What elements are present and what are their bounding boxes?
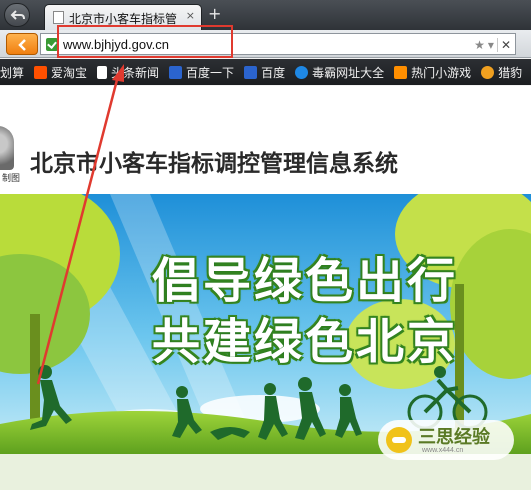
taobao-icon [34,65,48,79]
back-button[interactable] [4,3,30,27]
back-dropdown-button[interactable] [6,33,38,55]
bookmark-label: 百度 [261,65,286,80]
game-icon [394,65,408,79]
watermark: 三思经验 www.x444.cn [378,420,514,460]
bookmark-label: 百度一下 [186,65,235,80]
bookmark-label: 毒霸网址大全 [312,65,385,80]
site-emblem-icon [0,126,14,170]
chevron-left-icon [18,39,26,51]
bookmark-item[interactable]: 热门小游戏 [394,64,471,81]
duba-icon [295,65,309,79]
bookmark-item[interactable]: 毒霸网址大全 [295,64,384,81]
tab-close-icon[interactable]: × [186,9,195,22]
bookmark-label: 热门小游戏 [411,65,472,80]
new-tab-button[interactable]: + [208,4,221,23]
green-travel-banner: 倡导绿色出行 共建绿色北京 [0,194,531,454]
bookmark-item[interactable]: 百度一下 [169,64,234,81]
page-title: 北京市小客车指标调控管理信息系统 [30,151,398,177]
bookmark-item[interactable]: 爱淘宝 [34,64,87,81]
url-actions: ★ ▾ ✕ [474,36,511,53]
star-icon[interactable]: ★ [474,38,485,52]
bookmark-label: 爱淘宝 [51,65,88,80]
watermark-url: www.x444.cn [422,447,464,454]
banner-slogan-line1: 倡导绿色出行 [152,253,459,309]
baidu-paw-icon [244,65,258,79]
bookmark-label: 划算 [0,65,25,80]
bookmark-item[interactable]: 猎豹 [481,64,522,81]
key-logo-icon [386,427,412,453]
emblem-caption: 制图 [2,174,21,184]
baidu-paw-icon [169,65,183,79]
banner-slogan-line2: 共建绿色北京 [152,314,459,370]
page-icon [97,65,108,79]
stop-icon[interactable]: ✕ [501,38,511,52]
back-arrow-icon [10,10,25,20]
chevron-down-icon[interactable]: ▾ [488,38,494,52]
annotation-highlight-box [57,25,233,58]
liebao-icon [481,65,495,79]
divider [496,37,498,52]
bookmarks-bar: 划算 爱淘宝 头条新闻 百度一下 百度 毒霸网址大全 热门小游戏 猎豹 [0,59,531,85]
watermark-name: 三思经验 [418,427,490,448]
page-icon [53,11,64,24]
bookmark-item[interactable]: 百度 [244,64,285,81]
bookmark-label: 猎豹 [498,65,523,80]
bookmark-item[interactable]: 头条新闻 [97,64,159,81]
bookmark-item[interactable]: 划算 [0,64,24,81]
bookmark-label: 头条新闻 [111,65,160,80]
